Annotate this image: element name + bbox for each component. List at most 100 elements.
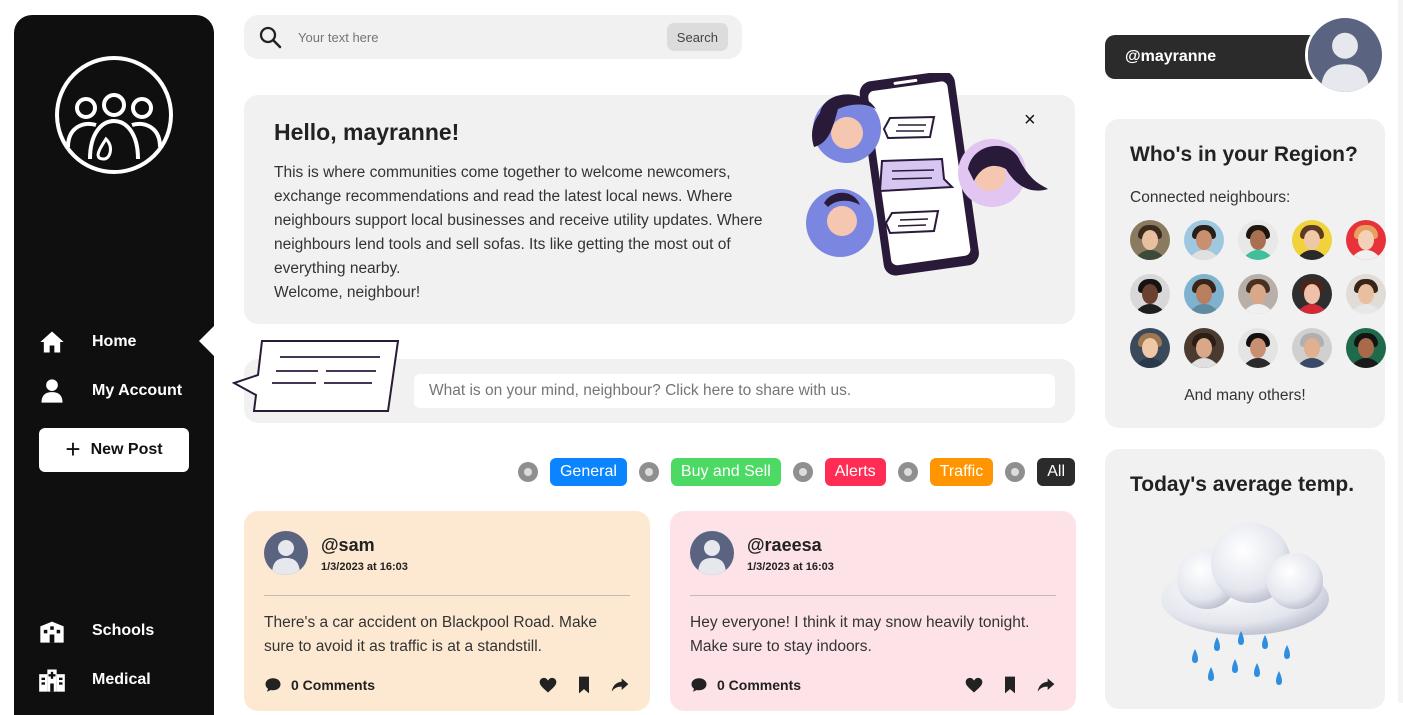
search-button[interactable]: Search <box>666 23 728 51</box>
category-filters: General Buy and Sell Alerts Traffic All <box>506 458 1075 486</box>
sidebar-item-label: Home <box>92 333 137 350</box>
sidebar-item-label: Medical <box>92 671 151 688</box>
chat-phone-illustration <box>806 73 1048 276</box>
temperature-card: Today's average temp. <box>1105 449 1385 709</box>
profile-handle: @mayranne <box>1125 48 1217 65</box>
welcome-text: This is where communities come together … <box>274 161 764 305</box>
sidebar: Home My Account + New Post Schools Medic… <box>14 15 214 715</box>
radio-button[interactable] <box>517 462 538 482</box>
post-composer-input[interactable] <box>414 374 1055 408</box>
post-actions <box>964 675 1056 695</box>
post-card[interactable]: @raeesa 1/3/2023 at 16:03 Hey everyone! … <box>670 511 1076 711</box>
region-title: Who's in your Region? <box>1130 143 1358 166</box>
filter-alerts[interactable]: Alerts <box>792 458 886 486</box>
welcome-card: Hello, mayranne! This is where communiti… <box>244 73 1075 324</box>
neighbour-avatar[interactable] <box>1292 274 1332 314</box>
neighbour-avatar[interactable] <box>1346 328 1386 368</box>
welcome-body: This is where communities come together … <box>274 164 763 277</box>
sidebar-item-my-account[interactable]: My Account <box>38 377 182 405</box>
filter-chip[interactable]: Traffic <box>929 458 994 486</box>
radio-button[interactable] <box>1005 462 1026 482</box>
share-icon[interactable] <box>1036 675 1056 695</box>
comments-count: 0 Comments <box>717 677 802 693</box>
neighbour-avatars <box>1130 220 1386 368</box>
radio-button[interactable] <box>792 462 813 482</box>
post-timestamp: 1/3/2023 at 16:03 <box>321 561 408 573</box>
temperature-title: Today's average temp. <box>1130 473 1355 496</box>
region-subtitle: Connected neighbours: <box>1130 189 1291 206</box>
speech-bubble-illustration <box>232 340 400 412</box>
neighbour-avatar[interactable] <box>1184 328 1224 368</box>
post-username[interactable]: @sam <box>321 535 375 556</box>
scrollbar[interactable] <box>1398 0 1403 703</box>
avatar[interactable] <box>264 531 308 575</box>
filter-chip[interactable]: Buy and Sell <box>670 458 781 486</box>
comment-icon <box>265 678 281 692</box>
user-avatar-icon <box>264 531 308 575</box>
divider <box>264 595 630 596</box>
filter-chip[interactable]: All <box>1037 458 1075 486</box>
neighbour-avatar[interactable] <box>1238 274 1278 314</box>
radio-button[interactable] <box>897 462 918 482</box>
sidebar-item-label: My Account <box>92 382 183 399</box>
filter-traffic[interactable]: Traffic <box>897 458 994 486</box>
search-icon <box>259 26 282 49</box>
neighbour-avatar[interactable] <box>1346 220 1386 260</box>
divider <box>690 595 1056 596</box>
neighbour-avatar[interactable] <box>1130 274 1170 314</box>
neighbour-avatar[interactable] <box>1238 328 1278 368</box>
neighbour-avatar[interactable] <box>1130 328 1170 368</box>
filter-buy-and-sell[interactable]: Buy and Sell <box>638 458 781 486</box>
neighbour-avatar[interactable] <box>1184 220 1224 260</box>
user-avatar-icon <box>1308 18 1382 92</box>
close-button[interactable]: × <box>1024 109 1036 132</box>
neighbour-avatar[interactable] <box>1238 220 1278 260</box>
new-post-label: New Post <box>90 441 163 458</box>
radio-button[interactable] <box>638 462 659 482</box>
post-body: There's a car accident on Blackpool Road… <box>264 614 597 655</box>
heart-icon[interactable] <box>538 675 558 695</box>
avatar[interactable] <box>690 531 734 575</box>
region-card: Who's in your Region? Connected neighbou… <box>1105 119 1386 428</box>
neighbour-avatar[interactable] <box>1346 274 1386 314</box>
comments-count: 0 Comments <box>291 677 376 693</box>
profile-avatar[interactable] <box>1305 15 1385 95</box>
post-card[interactable]: @sam 1/3/2023 at 16:03 There's a car acc… <box>244 511 650 711</box>
comment-icon <box>691 678 707 692</box>
hospital-icon <box>39 669 65 692</box>
sidebar-item-label: Schools <box>92 622 155 639</box>
post-timestamp: 1/3/2023 at 16:03 <box>747 561 834 573</box>
bookmark-icon[interactable] <box>574 675 594 695</box>
post-body: Hey everyone! I think it may snow heavil… <box>690 614 1030 655</box>
neighbour-avatar[interactable] <box>1292 328 1332 368</box>
neighbour-avatar[interactable] <box>1130 220 1170 260</box>
community-logo <box>55 56 173 174</box>
rain-cloud-icon <box>1161 523 1329 685</box>
region-others-text: And many others! <box>1184 387 1306 404</box>
search-input[interactable] <box>298 29 638 45</box>
sidebar-item-medical[interactable]: Medical <box>38 666 151 694</box>
comments-link[interactable]: 0 Comments <box>264 676 375 694</box>
neighbour-avatar[interactable] <box>1292 220 1332 260</box>
profile-handle-pill[interactable]: @mayranne <box>1105 35 1325 79</box>
filter-all[interactable]: All <box>1005 458 1075 486</box>
neighbour-avatar[interactable] <box>1184 274 1224 314</box>
bookmark-icon[interactable] <box>1000 675 1020 695</box>
filter-chip[interactable]: General <box>549 458 627 486</box>
comments-link[interactable]: 0 Comments <box>690 676 801 694</box>
user-avatar-icon <box>690 531 734 575</box>
sidebar-item-home[interactable]: Home <box>38 328 136 356</box>
search-bar: Search <box>244 15 742 59</box>
filter-general[interactable]: General <box>517 458 627 486</box>
post-username[interactable]: @raeesa <box>747 535 822 556</box>
share-icon[interactable] <box>610 675 630 695</box>
filter-chip[interactable]: Alerts <box>824 458 886 486</box>
new-post-button[interactable]: + New Post <box>39 428 189 472</box>
welcome-signoff: Welcome, neighbour! <box>274 284 421 301</box>
post-actions <box>538 675 630 695</box>
post-composer <box>232 340 1075 423</box>
sidebar-item-schools[interactable]: Schools <box>38 617 154 645</box>
heart-icon[interactable] <box>964 675 984 695</box>
active-indicator <box>199 326 214 356</box>
plus-icon: + <box>65 433 81 464</box>
